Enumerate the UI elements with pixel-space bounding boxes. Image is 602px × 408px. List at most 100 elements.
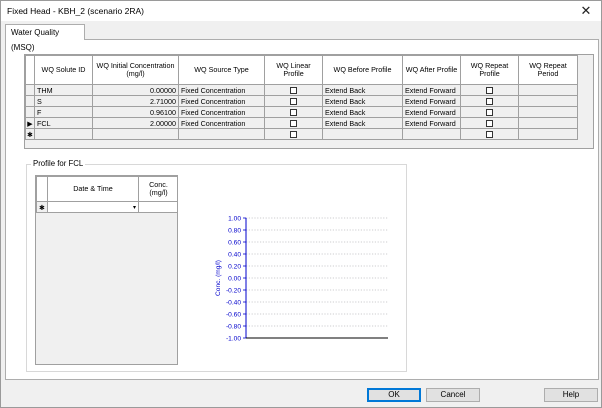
repeat-period-cell[interactable] xyxy=(518,95,578,107)
y-tick-label: -0.80 xyxy=(226,324,241,331)
checkbox[interactable] xyxy=(486,131,493,139)
y-tick-label: 0.00 xyxy=(228,276,241,283)
new-row-marker: ✱ xyxy=(36,201,48,213)
new-row[interactable]: ✱ xyxy=(25,128,578,140)
conc-cell[interactable] xyxy=(138,201,177,213)
col-header[interactable]: WQ Initial Concentration (mg/l) xyxy=(92,55,179,85)
profile-table: Date & Time Conc. (mg/l) ✱ ▾ xyxy=(36,176,177,213)
y-axis-label: Conc. (mg/l) xyxy=(215,260,222,296)
row-header[interactable] xyxy=(25,84,35,96)
col-header[interactable]: WQ Linear Profile xyxy=(264,55,323,85)
window-title: Fixed Head - KBH_2 (scenario 2RA) xyxy=(7,6,145,16)
cancel-button[interactable]: Cancel xyxy=(426,388,480,402)
initial-conc-cell[interactable]: 2.00000 xyxy=(92,117,179,129)
grid-corner xyxy=(25,55,35,85)
y-tick-label: -0.40 xyxy=(226,300,241,307)
new-row-marker: ✱ xyxy=(25,128,35,140)
empty-cell[interactable] xyxy=(402,128,461,140)
table-row[interactable]: ▶ FCL 2.00000 Fixed Concentration Extend Bac… xyxy=(25,117,578,129)
before-profile-cell[interactable]: Extend Back xyxy=(322,95,403,107)
linear-profile-cell[interactable] xyxy=(264,95,323,107)
checkbox[interactable] xyxy=(486,120,493,128)
repeat-profile-cell[interactable] xyxy=(460,106,519,118)
source-type-cell[interactable]: Fixed Concentration xyxy=(178,95,265,107)
solute-id-cell[interactable]: THM xyxy=(34,84,93,96)
checkbox[interactable] xyxy=(290,120,297,128)
table-row[interactable]: THM 0.00000 Fixed Concentration Extend Back… xyxy=(25,84,578,96)
source-type-cell[interactable]: Fixed Concentration xyxy=(178,117,265,129)
solute-rows: THM 0.00000 Fixed Concentration Extend Back… xyxy=(25,84,578,140)
linear-profile-cell[interactable] xyxy=(264,106,323,118)
repeat-period-cell[interactable] xyxy=(518,84,578,96)
checkbox[interactable] xyxy=(486,98,493,106)
y-tick-label: 0.40 xyxy=(228,252,241,259)
y-tick-label: -0.60 xyxy=(226,312,241,319)
col-header[interactable]: WQ Before Profile xyxy=(322,55,403,85)
col-header-conc[interactable]: Conc. (mg/l) xyxy=(138,176,177,202)
repeat-profile-cell[interactable] xyxy=(460,84,519,96)
solute-grid: WQ Solute ID WQ Initial Concentration (m… xyxy=(24,54,594,149)
checkbox[interactable] xyxy=(290,109,297,117)
help-button[interactable]: Help xyxy=(544,388,598,402)
source-type-cell[interactable]: Fixed Concentration xyxy=(178,84,265,96)
row-header[interactable] xyxy=(25,95,35,107)
repeat-period-cell[interactable] xyxy=(518,117,578,129)
col-header[interactable]: WQ After Profile xyxy=(402,55,461,85)
y-tick-label: -1.00 xyxy=(226,336,241,343)
before-profile-cell[interactable]: Extend Back xyxy=(322,84,403,96)
checkbox[interactable] xyxy=(290,98,297,106)
date-time-cell[interactable]: ▾ xyxy=(47,201,139,213)
y-tick-label: 0.80 xyxy=(228,228,241,235)
checkbox[interactable] xyxy=(486,87,493,95)
ok-button[interactable]: OK xyxy=(367,388,421,402)
chevron-down-icon[interactable]: ▾ xyxy=(133,204,136,211)
y-tick-label: 1.00 xyxy=(228,216,241,223)
row-header[interactable]: ▶ xyxy=(25,117,35,129)
repeat-profile-cell[interactable] xyxy=(460,95,519,107)
initial-conc-cell[interactable]: 2.71000 xyxy=(92,95,179,107)
checkbox[interactable] xyxy=(486,109,493,117)
before-profile-cell[interactable]: Extend Back xyxy=(322,106,403,118)
empty-cell[interactable] xyxy=(518,128,578,140)
y-tick-label: -0.20 xyxy=(226,288,241,295)
solute-id-cell[interactable]: S xyxy=(34,95,93,107)
linear-profile-cell[interactable] xyxy=(264,84,323,96)
solute-id-cell[interactable]: FCL xyxy=(34,117,93,129)
table-row[interactable]: F 0.96100 Fixed Concentration Extend Back Ex… xyxy=(25,106,578,118)
after-profile-cell[interactable]: Extend Forward xyxy=(402,95,461,107)
col-header[interactable]: WQ Repeat Period xyxy=(518,55,578,85)
dialog-window: Fixed Head - KBH_2 (scenario 2RA) ✕ Wate… xyxy=(0,0,602,408)
empty-cell[interactable] xyxy=(460,128,519,140)
after-profile-cell[interactable]: Extend Forward xyxy=(402,84,461,96)
linear-profile-cell[interactable] xyxy=(264,117,323,129)
after-profile-cell[interactable]: Extend Forward xyxy=(402,117,461,129)
solute-id-cell[interactable]: F xyxy=(34,106,93,118)
source-type-cell[interactable]: Fixed Concentration xyxy=(178,106,265,118)
before-profile-cell[interactable]: Extend Back xyxy=(322,117,403,129)
tab-panel: WQ Solute ID WQ Initial Concentration (m… xyxy=(5,39,599,380)
after-profile-cell[interactable]: Extend Forward xyxy=(402,106,461,118)
repeat-profile-cell[interactable] xyxy=(460,117,519,129)
col-header[interactable]: WQ Source Type xyxy=(178,55,265,85)
empty-cell[interactable] xyxy=(264,128,323,140)
initial-conc-cell[interactable]: 0.96100 xyxy=(92,106,179,118)
row-header[interactable] xyxy=(25,106,35,118)
table-row[interactable]: S 2.71000 Fixed Concentration Extend Back Ex… xyxy=(25,95,578,107)
empty-cell[interactable] xyxy=(178,128,265,140)
initial-conc-cell[interactable]: 0.00000 xyxy=(92,84,179,96)
repeat-period-cell[interactable] xyxy=(518,106,578,118)
close-icon[interactable]: ✕ xyxy=(575,2,597,20)
solute-table: WQ Solute ID WQ Initial Concentration (m… xyxy=(25,55,578,140)
col-header[interactable]: WQ Repeat Profile xyxy=(460,55,519,85)
profile-corner xyxy=(36,176,48,202)
col-header[interactable]: WQ Solute ID xyxy=(34,55,93,85)
checkbox[interactable] xyxy=(290,131,297,139)
y-tick-label: 0.60 xyxy=(228,240,241,247)
checkbox[interactable] xyxy=(290,87,297,95)
empty-cell[interactable] xyxy=(322,128,403,140)
col-header-date[interactable]: Date & Time xyxy=(47,176,139,202)
profile-group-title: Profile for FCL xyxy=(31,159,86,168)
empty-cell[interactable] xyxy=(34,128,93,140)
empty-cell[interactable] xyxy=(92,128,179,140)
tab-water-quality[interactable]: Water Quality (MSQ) xyxy=(5,24,85,52)
